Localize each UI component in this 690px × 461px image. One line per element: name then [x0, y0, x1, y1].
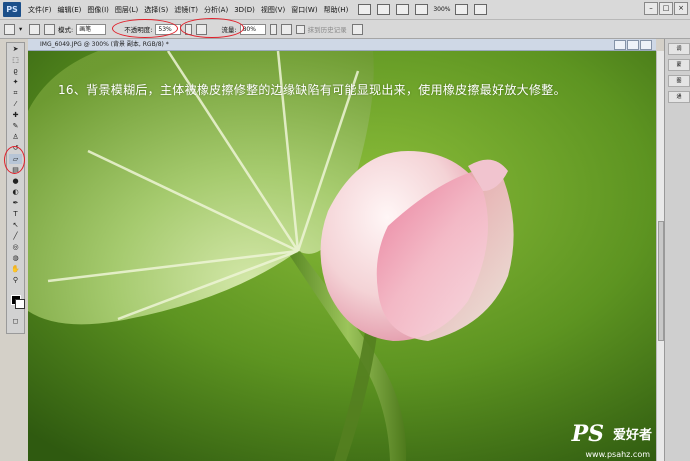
annotation-oval-eraser: [4, 146, 25, 174]
menu-view[interactable]: 视图(V): [258, 5, 288, 15]
window-controls: – □ ×: [643, 2, 688, 15]
type-tool-icon[interactable]: T: [9, 209, 22, 219]
zoom-tool-icon[interactable]: ⚲: [9, 275, 22, 285]
menu-select[interactable]: 选择(S): [141, 5, 171, 15]
quick-select-tool-icon[interactable]: ✦: [9, 77, 22, 87]
tutorial-caption: 16、背景模糊后，主体被橡皮擦修整的边缘缺陷有可能显现出来，使用橡皮擦最好放大修…: [58, 83, 566, 97]
move-tool-icon[interactable]: ➤: [9, 44, 22, 54]
lotus-photo: [28, 51, 656, 461]
zoom-level[interactable]: 300%: [433, 6, 450, 13]
document-tab[interactable]: IMG_6049.JPG @ 300% (背景 副本, RGB/8) *: [28, 39, 656, 51]
arrange-docs-icon[interactable]: [455, 4, 469, 15]
maximize-icon[interactable]: □: [659, 2, 673, 15]
doc-close-icon[interactable]: [640, 40, 652, 50]
panel-adjustments[interactable]: 调: [668, 43, 690, 55]
airbrush-icon[interactable]: [280, 23, 292, 35]
photoshop-logo: PS: [3, 2, 21, 17]
panel-masks[interactable]: 蒙: [668, 59, 690, 71]
collapsed-panels: 调 蒙 图 通: [664, 39, 690, 461]
quick-mask-icon[interactable]: ◻: [9, 316, 22, 326]
blur-tool-icon[interactable]: ●: [9, 176, 22, 186]
menubar-tools: 300%: [355, 4, 490, 15]
screen-mode-icon[interactable]: [474, 4, 488, 15]
menu-layer[interactable]: 图层(L): [112, 5, 141, 15]
erase-to-history-label: 抹到历史记录: [307, 26, 347, 34]
doc-restore-icon[interactable]: [627, 40, 639, 50]
dodge-tool-icon[interactable]: ◐: [9, 187, 22, 197]
pen-tool-icon[interactable]: ✒: [9, 198, 22, 208]
minimize-icon[interactable]: –: [644, 2, 658, 15]
background-color-swatch[interactable]: [15, 299, 25, 309]
close-icon[interactable]: ×: [674, 2, 688, 15]
document-title: IMG_6049.JPG @ 300% (背景 副本, RGB/8) *: [40, 41, 169, 48]
3d-orbit-tool-icon[interactable]: ◍: [9, 253, 22, 263]
brush-panel-icon[interactable]: [44, 23, 55, 35]
mode-select[interactable]: 画笔: [76, 23, 107, 35]
doc-minimize-icon[interactable]: [614, 40, 626, 50]
watermark-url: www.psahz.com: [585, 450, 650, 459]
menu-edit[interactable]: 编辑(E): [55, 5, 85, 15]
menu-window[interactable]: 窗口(W): [288, 5, 320, 15]
eraser-preset-icon[interactable]: [4, 23, 15, 35]
path-select-tool-icon[interactable]: ↖: [9, 220, 22, 230]
brush-size-icon[interactable]: [29, 23, 40, 35]
crop-tool-icon[interactable]: ⌗: [9, 88, 22, 98]
annotation-oval-opacity: [112, 19, 178, 38]
panel-layers[interactable]: 图: [668, 75, 690, 87]
zoom-tool-icon[interactable]: [415, 4, 429, 15]
eyedropper-tool-icon[interactable]: ⁄: [9, 99, 22, 109]
flow-dropdown-icon[interactable]: [269, 23, 277, 35]
watermark-text: 爱好者: [612, 428, 652, 443]
mode-label: 模式:: [58, 26, 74, 34]
tools-panel: ➤ ⬚ ϱ ✦ ⌗ ⁄ ✚ ✎ ♙ ↺ ▱ ▤ ● ◐ ✒ T ↖ ╱ ◎ ◍ …: [6, 42, 25, 334]
hand-tool-icon[interactable]: [396, 4, 410, 15]
hand-tool-icon[interactable]: ✋: [9, 264, 22, 274]
document-canvas[interactable]: 16、背景模糊后，主体被橡皮擦修整的边缘缺陷有可能显现出来，使用橡皮擦最好放大修…: [28, 51, 656, 461]
bridge-icon[interactable]: [358, 4, 372, 15]
clone-stamp-tool-icon[interactable]: ♙: [9, 132, 22, 142]
menu-3d[interactable]: 3D(D): [231, 6, 258, 14]
document-window-controls: [613, 40, 652, 50]
chevron-down-icon[interactable]: ▾: [19, 25, 25, 34]
healing-brush-tool-icon[interactable]: ✚: [9, 110, 22, 120]
minibridge-icon[interactable]: [377, 4, 391, 15]
menu-analysis[interactable]: 分析(A): [201, 5, 231, 15]
pen-pressure-size-icon[interactable]: [351, 23, 363, 35]
menu-bar: PS 文件(F) 编辑(E) 图像(I) 图层(L) 选择(S) 滤镜(T) 分…: [0, 0, 690, 20]
brush-tool-icon[interactable]: ✎: [9, 121, 22, 131]
panel-channels[interactable]: 通: [668, 91, 690, 103]
erase-to-history-checkbox[interactable]: [295, 24, 305, 34]
marquee-tool-icon[interactable]: ⬚: [9, 55, 22, 65]
3d-rotate-tool-icon[interactable]: ◎: [9, 242, 22, 252]
menu-help[interactable]: 帮助(H): [321, 5, 352, 15]
menu-filter[interactable]: 滤镜(T): [171, 5, 201, 15]
shape-tool-icon[interactable]: ╱: [9, 231, 22, 241]
menu-file[interactable]: 文件(F): [25, 5, 55, 15]
options-bar: ▾ 模式: 画笔 不透明度: 53% 流量: 80% 抹到历史记录: [0, 20, 690, 39]
annotation-oval-flow: [180, 18, 244, 38]
menu-image[interactable]: 图像(I): [84, 5, 112, 15]
lasso-tool-icon[interactable]: ϱ: [9, 66, 22, 76]
watermark-logo: PS: [571, 421, 604, 447]
